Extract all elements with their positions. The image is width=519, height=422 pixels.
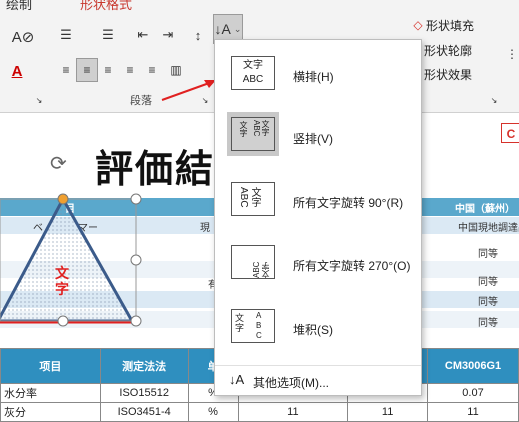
- rotate-90-icon: 文字ABC: [231, 182, 275, 216]
- red-mark-label: C: [501, 123, 519, 143]
- shape-fill-icon[interactable]: ◇: [410, 17, 426, 33]
- shape-text: 文字: [55, 265, 69, 297]
- header-right-label: 中国（蘇州）: [455, 204, 515, 215]
- table-cell: 11: [427, 402, 519, 422]
- triangle-shape[interactable]: [0, 193, 150, 328]
- menu-item-label: 所有文字旋转 90°(R): [293, 196, 404, 210]
- dialog-launcher-icon[interactable]: ↘: [34, 95, 44, 105]
- align-right-icon[interactable]: ≡: [100, 60, 116, 80]
- menu-item-stacked[interactable]: 文字ABC 堆积(S): [215, 297, 421, 357]
- red-arrow-icon: [161, 80, 216, 101]
- bottom-handle[interactable]: [57, 315, 69, 327]
- font-color-icon[interactable]: A: [6, 60, 28, 82]
- stacked-icon: 文字ABC: [231, 309, 275, 343]
- line-spacing-icon[interactable]: ↕: [188, 24, 208, 46]
- numbered-list-icon[interactable]: ☰: [98, 24, 118, 46]
- more-options-label: 其他选项(M)...: [253, 376, 329, 390]
- shape-styles-launcher-icon[interactable]: ↘: [489, 95, 499, 105]
- bullet-list-icon[interactable]: ☰: [56, 24, 76, 46]
- table-cell: ISO15512: [99, 383, 189, 403]
- menu-item-rotate-270[interactable]: 文字ABC 所有文字旋转 270°(O): [215, 233, 421, 293]
- corner-handle[interactable]: [130, 193, 142, 205]
- side-handle[interactable]: [130, 254, 142, 266]
- right-row-text: 同等: [478, 318, 498, 329]
- left-row-text: 現: [200, 223, 210, 234]
- menu-item-label: 横排(H): [293, 70, 334, 84]
- corner-handle[interactable]: [130, 315, 142, 327]
- menu-item-label: 竖排(V): [293, 132, 333, 146]
- table-cell: 0.07: [427, 383, 519, 403]
- top-handle[interactable]: [57, 193, 69, 205]
- tab-draw[interactable]: 绘制: [6, 0, 32, 13]
- vertical-icon: 文字ABC 文字: [231, 117, 275, 151]
- rotate-270-icon: 文字ABC: [231, 245, 275, 279]
- table-row: 灰分 ISO3451-4 % 11 11 11: [0, 402, 519, 422]
- right-row-text: 同等: [478, 249, 498, 260]
- page-title: 評価結: [95, 146, 216, 191]
- distributed-icon[interactable]: ≡: [144, 60, 160, 80]
- menu-item-more-options[interactable]: ↓A 其他选项(M)...: [215, 368, 421, 394]
- rotate-handle-icon[interactable]: ⟳: [50, 151, 67, 176]
- shape-fill-label[interactable]: 形状填充: [426, 17, 474, 34]
- text-direction-small-icon: ↓A: [229, 372, 245, 387]
- col-header: 项目: [0, 348, 101, 384]
- col-header: CM3006G1: [427, 348, 519, 384]
- table-cell: 灰分: [0, 402, 101, 422]
- align-left-icon[interactable]: ≡: [58, 60, 74, 80]
- menu-item-rotate-90[interactable]: 文字ABC 所有文字旋转 90°(R): [215, 170, 421, 230]
- right-row-text: 中国現地調達品: [458, 223, 519, 234]
- menu-item-label: 堆积(S): [293, 323, 333, 337]
- table-cell: 11: [347, 402, 429, 422]
- right-row-text: 同等: [478, 297, 498, 308]
- tab-shape-format[interactable]: 形状格式: [80, 0, 132, 13]
- right-row-text: 同等: [478, 277, 498, 288]
- menu-separator: [215, 365, 421, 366]
- more-styles-icon[interactable]: ⋮: [505, 14, 519, 94]
- triangle-body[interactable]: [0, 195, 135, 323]
- text-direction-menu: 文字 ABC 横排(H) 文字ABC 文字 竖排(V) 文字ABC 所有文字旋转 9…: [214, 39, 422, 396]
- format-painter-icon[interactable]: A⊘: [12, 26, 35, 48]
- menu-item-horizontal[interactable]: 文字 ABC 横排(H): [215, 44, 421, 104]
- shape-outline-label[interactable]: 形状轮廓: [424, 42, 472, 59]
- col-header: 测定法法: [99, 348, 189, 384]
- table-cell: 水分率: [0, 383, 101, 403]
- decrease-indent-icon[interactable]: ⇤: [133, 24, 153, 46]
- shape-effects-label[interactable]: 形状效果: [424, 66, 472, 83]
- table-cell: ISO3451-4: [99, 402, 189, 422]
- increase-indent-icon[interactable]: ⇥: [158, 24, 178, 46]
- table-cell: %: [187, 402, 239, 422]
- align-center-icon[interactable]: ≡: [76, 58, 98, 82]
- horizontal-icon: 文字 ABC: [231, 56, 275, 90]
- menu-item-label: 所有文字旋转 270°(O): [293, 259, 411, 273]
- menu-item-vertical[interactable]: 文字ABC 文字 竖排(V): [215, 106, 421, 166]
- table-cell: 11: [237, 402, 349, 422]
- justify-icon[interactable]: ≡: [122, 60, 138, 80]
- paragraph-group-label: 段落: [130, 95, 152, 107]
